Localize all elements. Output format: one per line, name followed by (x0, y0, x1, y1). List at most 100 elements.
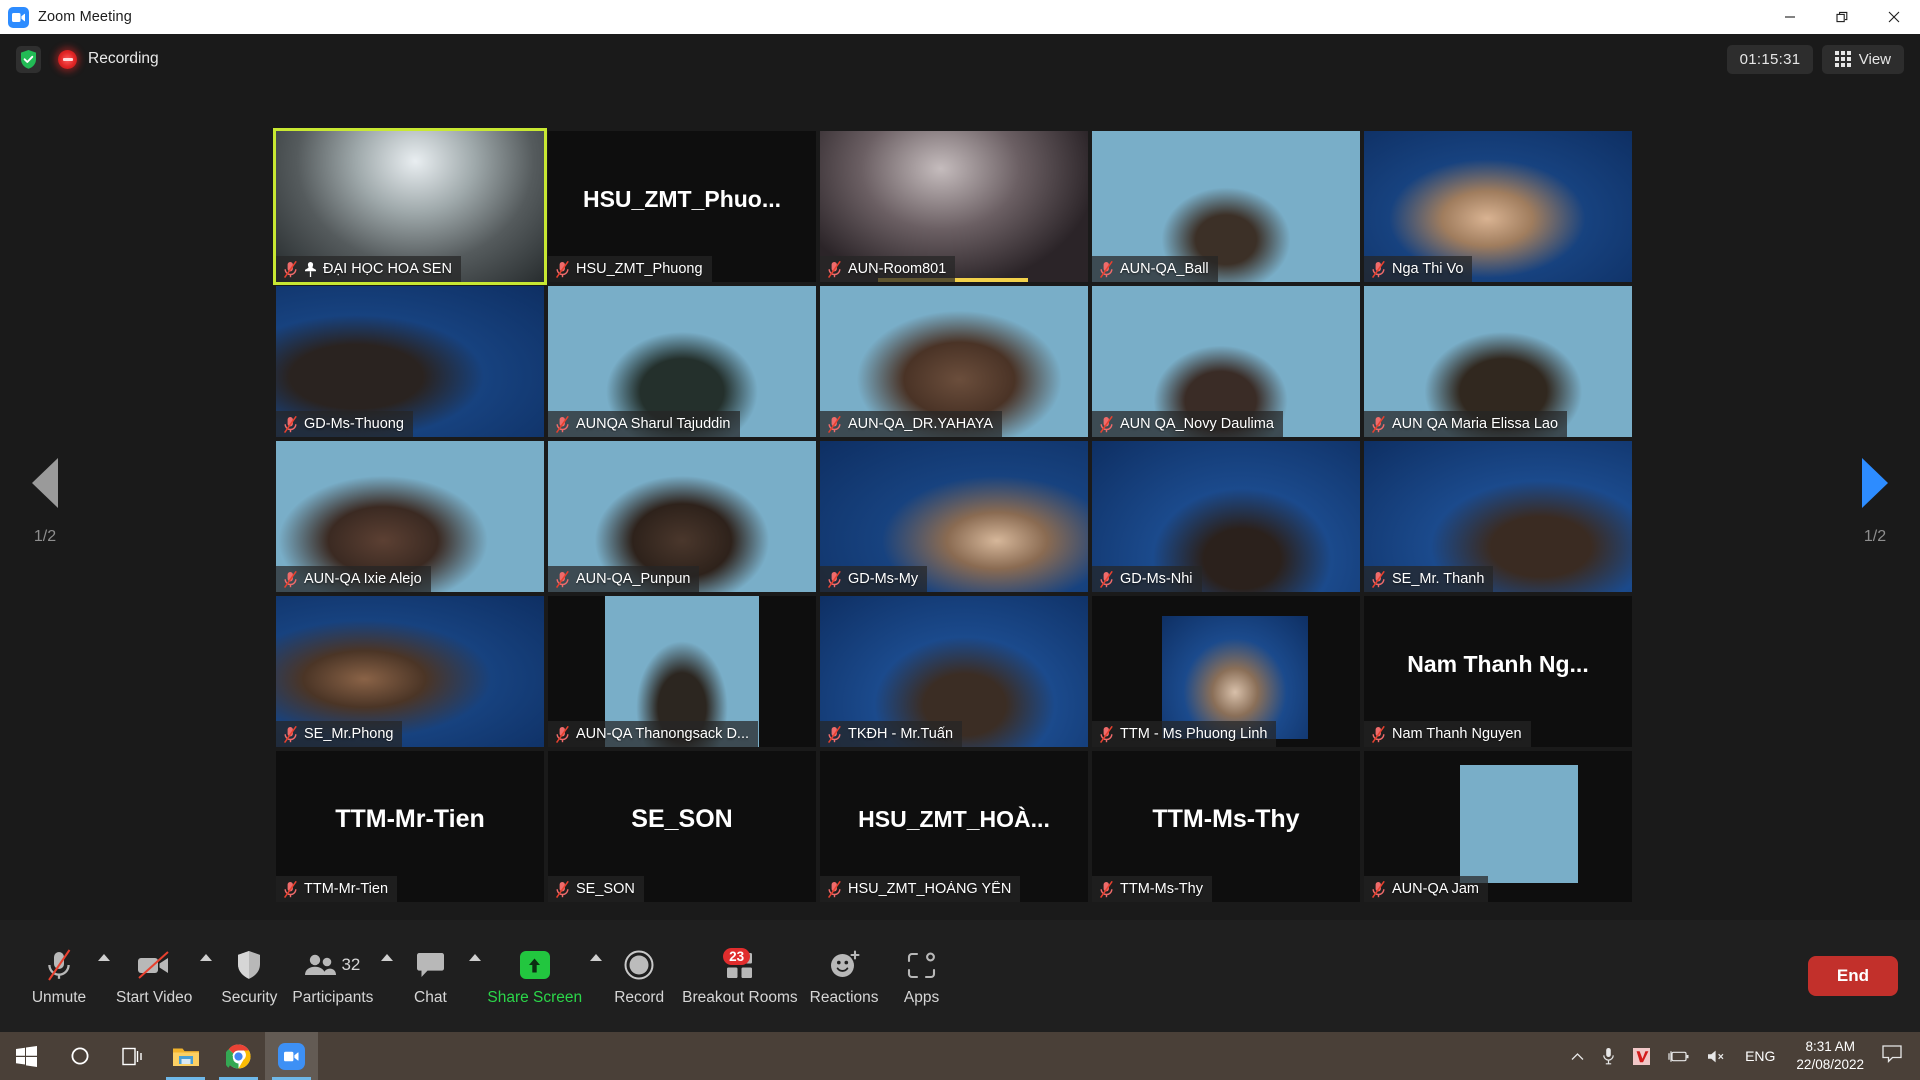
start-button[interactable] (0, 1032, 53, 1080)
participant-tile[interactable]: TTM-Mr-TienTTM-Mr-Tien (276, 751, 544, 902)
toolbar-reactions-button[interactable]: Reactions (804, 941, 885, 1011)
participant-nameplate: AUN-QA Jam (1364, 876, 1488, 902)
microphone-muted-icon (1371, 416, 1386, 433)
toolbar-unmute-chevron-up-icon[interactable] (96, 954, 110, 999)
participant-name-label: SE_SON (576, 881, 635, 897)
toolbar-start-video-chevron-up-icon[interactable] (198, 954, 212, 999)
participant-name-label: TTM-Mr-Tien (304, 881, 388, 897)
toolbar-participants-chevron-up-icon[interactable] (379, 954, 393, 999)
zoom-meeting-window: Zoom Meeting Recording 01:15:31 View (0, 0, 1920, 1080)
smiley-plus-icon (829, 947, 860, 983)
participant-tile[interactable]: GD-Ms-My (820, 441, 1088, 592)
chevron-up-icon[interactable] (1562, 1052, 1593, 1061)
participant-name-label: SE_Mr.Phong (304, 726, 393, 742)
toolbar-reactions-label: Reactions (810, 989, 879, 1007)
participant-tile[interactable]: AUN-QA_Ball (1092, 131, 1360, 282)
participant-nameplate: AUNQA Sharul Tajuddin (548, 411, 740, 437)
toolbar-security-button[interactable]: Security (212, 941, 286, 1011)
microphone-muted-icon (827, 726, 842, 743)
participant-tile[interactable]: AUN-Room801 (820, 131, 1088, 282)
toolbar-chat-label: Chat (414, 989, 447, 1007)
v-app-icon[interactable] (1624, 1048, 1659, 1065)
participant-tile[interactable]: HSU_ZMT_Phuo...HSU_ZMT_Phuong (548, 131, 816, 282)
toolbar-record-button[interactable]: Record (602, 941, 676, 1011)
participant-tile[interactable]: AUN QA Maria Elissa Lao (1364, 286, 1632, 437)
microphone-muted-icon (283, 416, 298, 433)
participant-nameplate: HSU_ZMT_Phuong (548, 256, 712, 282)
view-button[interactable]: View (1822, 45, 1904, 74)
microphone-muted-icon (1099, 881, 1114, 898)
battery-charging-icon[interactable] (1659, 1050, 1698, 1063)
participant-tile[interactable]: TTM-Ms-ThyTTM-Ms-Thy (1092, 751, 1360, 902)
participant-tile[interactable]: SE_Mr. Thanh (1364, 441, 1632, 592)
file-explorer-button[interactable] (159, 1032, 212, 1080)
participant-nameplate: AUN-QA Ixie Alejo (276, 566, 431, 592)
language-indicator[interactable]: ENG (1736, 1048, 1784, 1064)
next-page-control[interactable]: 1/2 (1830, 458, 1920, 546)
chevron-right-icon[interactable] (1862, 458, 1888, 508)
toolbar-start-video-button[interactable]: Start Video (110, 941, 198, 1011)
participant-tile[interactable]: GD-Ms-Thuong (276, 286, 544, 437)
microphone-muted-icon (283, 726, 298, 743)
toolbar-apps-button[interactable]: Apps (885, 941, 959, 1011)
shield-icon (236, 947, 262, 983)
participant-tile[interactable]: SE_SONSE_SON (548, 751, 816, 902)
toolbar-unmute-button[interactable]: Unmute (22, 941, 96, 1011)
participant-tile[interactable]: AUN-QA Jam (1364, 751, 1632, 902)
minimize-button[interactable] (1764, 0, 1816, 34)
participant-tile[interactable]: Nam Thanh Ng...Nam Thanh Nguyen (1364, 596, 1632, 747)
microphone-muted-icon (555, 571, 570, 588)
window-title: Zoom Meeting (38, 9, 132, 25)
security-shield-icon[interactable] (16, 46, 41, 73)
participant-name-label: AUN QA_Novy Daulima (1120, 416, 1274, 432)
search-button[interactable] (53, 1032, 106, 1080)
participant-nameplate: TTM - Ms Phuong Linh (1092, 721, 1276, 747)
speaker-muted-icon[interactable] (1698, 1049, 1736, 1064)
speech-bubble-icon (416, 947, 445, 983)
participant-tile[interactable]: TTM - Ms Phuong Linh (1092, 596, 1360, 747)
participant-tile[interactable]: Nga Thi Vo (1364, 131, 1632, 282)
participant-tile[interactable]: AUN QA_Novy Daulima (1092, 286, 1360, 437)
toolbar-share-screen-button[interactable]: Share Screen (481, 941, 588, 1011)
participant-tile[interactable]: TKĐH - Mr.Tuấn (820, 596, 1088, 747)
microphone-muted-icon (555, 261, 570, 278)
participant-name-label: AUN QA Maria Elissa Lao (1392, 416, 1558, 432)
participant-tile[interactable]: AUNQA Sharul Tajuddin (548, 286, 816, 437)
microphone-muted-icon (283, 881, 298, 898)
toolbar-breakout-rooms-button[interactable]: 23Breakout Rooms (676, 941, 803, 1011)
participant-tile[interactable]: AUN-QA_Punpun (548, 441, 816, 592)
close-button[interactable] (1868, 0, 1920, 34)
participant-name-label: GD-Ms-Nhi (1120, 571, 1193, 587)
participant-nameplate: AUN-QA_Ball (1092, 256, 1218, 282)
chevron-left-icon[interactable] (32, 458, 58, 508)
participant-tile[interactable]: GD-Ms-Nhi (1092, 441, 1360, 592)
toolbar-apps-label: Apps (904, 989, 939, 1007)
participant-tile[interactable]: SE_Mr.Phong (276, 596, 544, 747)
participant-tile[interactable]: ĐẠI HỌC HOA SEN (276, 131, 544, 282)
participant-tile[interactable]: HSU_ZMT_HOÀ...HSU_ZMT_HOÀNG YẾN (820, 751, 1088, 902)
recording-indicator-icon[interactable] (58, 50, 77, 69)
previous-page-control[interactable]: 1/2 (0, 458, 90, 546)
participant-name-label: Nga Thi Vo (1392, 261, 1463, 277)
taskbar-clock[interactable]: 8:31 AM 22/08/2022 (1784, 1038, 1876, 1074)
participant-tile[interactable]: AUN-QA_DR.YAHAYA (820, 286, 1088, 437)
toolbar-chat-chevron-up-icon[interactable] (467, 954, 481, 999)
microphone-muted-icon (827, 261, 842, 278)
task-view-button[interactable] (106, 1032, 159, 1080)
participant-tile[interactable]: AUN-QA Thanongsack D... (548, 596, 816, 747)
participant-name-label: AUN-QA Ixie Alejo (304, 571, 422, 587)
microphone-muted-icon (1371, 571, 1386, 588)
toolbar-chat-button[interactable]: Chat (393, 941, 467, 1011)
toolbar-share-screen-chevron-up-icon[interactable] (588, 954, 602, 999)
zoom-taskbar-button[interactable] (265, 1032, 318, 1080)
notification-bubble-icon[interactable] (1876, 1045, 1914, 1068)
microphone-icon[interactable] (1593, 1047, 1624, 1065)
participant-tile[interactable]: AUN-QA Ixie Alejo (276, 441, 544, 592)
chrome-button[interactable] (212, 1032, 265, 1080)
restore-button[interactable] (1816, 0, 1868, 34)
toolbar-participants-button[interactable]: 32Participants (286, 941, 379, 1011)
participant-nameplate: TKĐH - Mr.Tuấn (820, 721, 962, 747)
record-circle-icon (624, 947, 654, 983)
microphone-muted-icon (1371, 261, 1386, 278)
end-meeting-button[interactable]: End (1808, 956, 1898, 996)
